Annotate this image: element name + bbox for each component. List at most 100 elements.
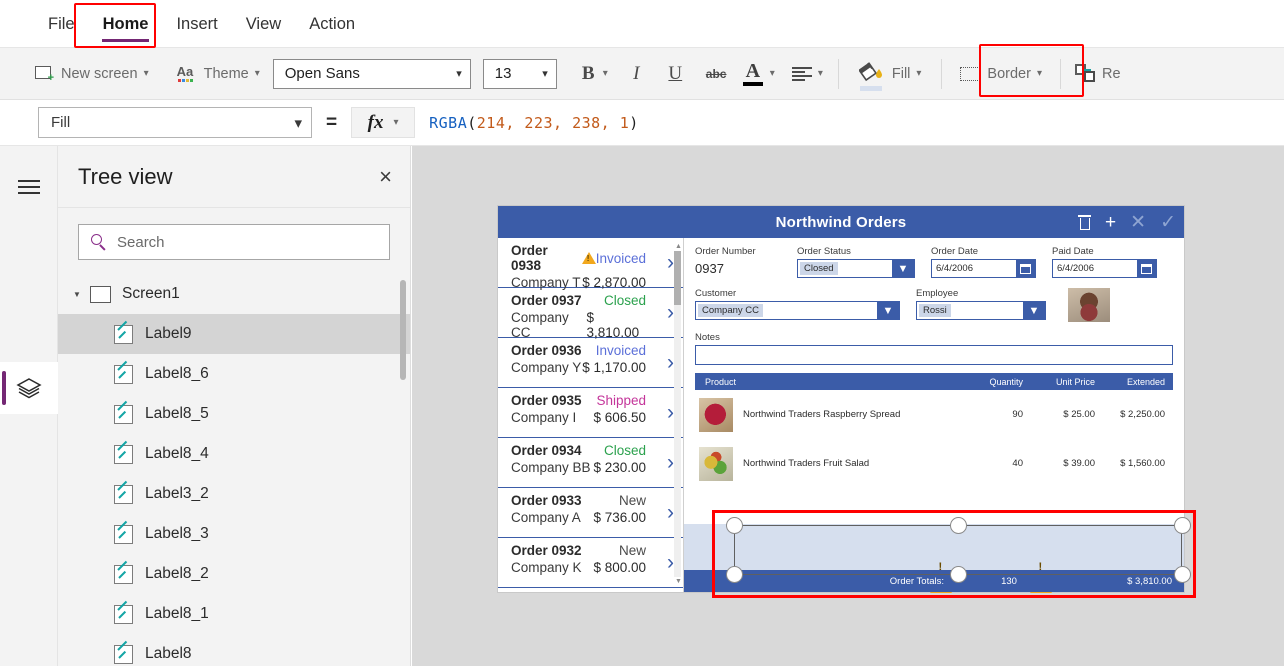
orders-gallery[interactable]: Order 0938 Invoiced Company T $ 2,870.00…: [498, 238, 684, 592]
tree-item-label8-2[interactable]: Label8_2: [58, 554, 410, 594]
gallery-row[interactable]: Order 0933 New Company A $ 736.00 ›: [498, 488, 683, 538]
tree-item-label8[interactable]: Label8: [58, 634, 410, 666]
order-status-dropdown[interactable]: Closed ▼: [797, 259, 915, 278]
calendar-icon[interactable]: [1016, 260, 1035, 277]
resize-handle-top-right[interactable]: [1174, 517, 1191, 534]
chevron-right-icon[interactable]: ›: [667, 452, 674, 473]
table-row[interactable]: Northwind Traders Fruit Salad 40 $ 39.00…: [695, 439, 1173, 488]
formula-input[interactable]: RGBA(214, 223, 238, 1): [415, 107, 1284, 138]
chevron-down-icon[interactable]: ▼: [1023, 302, 1045, 319]
order-id-label: Order 0935: [511, 393, 582, 408]
cancel-icon[interactable]: ✕: [1130, 213, 1146, 232]
chevron-right-icon[interactable]: ›: [667, 252, 674, 273]
chevron-down-icon: ▾: [393, 117, 399, 128]
resize-handle-top-left[interactable]: [726, 517, 743, 534]
employee-label: Employee: [916, 288, 959, 299]
reorder-button[interactable]: Re: [1067, 52, 1129, 96]
tree-scrollbar[interactable]: [400, 280, 406, 380]
form-row-notes: Notes: [695, 332, 1173, 365]
delete-icon[interactable]: [1078, 214, 1092, 230]
menu-item-home[interactable]: Home: [89, 1, 163, 47]
chevron-right-icon[interactable]: ›: [667, 502, 674, 523]
order-id: Order 0936: [511, 343, 582, 358]
close-icon[interactable]: ×: [379, 165, 392, 187]
tree-item-label8-4[interactable]: Label8_4: [58, 434, 410, 474]
new-screen-button[interactable]: + New screen ▾: [26, 52, 158, 96]
resize-handle-bottom-center[interactable]: [950, 566, 967, 583]
font-family-select[interactable]: Open Sans ▾: [272, 58, 471, 89]
add-icon[interactable]: +: [1105, 213, 1116, 232]
bold-button[interactable]: B ▾: [571, 52, 617, 96]
menu-item-insert[interactable]: Insert: [162, 1, 231, 47]
search-input[interactable]: Search: [78, 224, 390, 260]
font-size-select[interactable]: 13 ▾: [482, 58, 557, 89]
equals-sign: =: [326, 111, 338, 133]
app-canvas[interactable]: Northwind Orders + ✕ ✓ Order 0938 Invoic…: [412, 146, 1284, 666]
tree-item-label8-1[interactable]: Label8_1: [58, 594, 410, 634]
hamburger-menu-button[interactable]: [0, 164, 58, 210]
gallery-row[interactable]: Order 0938 Invoiced Company T $ 2,870.00…: [498, 238, 683, 290]
order-date-input[interactable]: 6/4/2006: [931, 259, 1036, 278]
menu-item-view[interactable]: View: [232, 1, 295, 47]
calendar-icon[interactable]: [1137, 260, 1156, 277]
tree-item-label9[interactable]: Label9: [58, 314, 410, 354]
menu-item-action[interactable]: Action: [295, 1, 369, 47]
font-color-button[interactable]: A ▾: [734, 52, 783, 96]
employee-dropdown[interactable]: Rossi ▼: [916, 301, 1046, 320]
strikethrough-icon: abc: [705, 66, 727, 81]
order-id-label: Order 0932: [511, 543, 582, 558]
chevron-down-icon[interactable]: ▼: [877, 302, 899, 319]
rail-tab-tree-view[interactable]: [0, 362, 58, 414]
underline-button[interactable]: U: [656, 52, 695, 96]
notes-input[interactable]: [695, 345, 1173, 365]
tree-item-label: Label8_5: [145, 405, 209, 422]
theme-button[interactable]: Aa Theme ▾: [168, 52, 269, 96]
order-totals-bar: Order Totals: 130 $ 3,810.00: [684, 570, 1184, 592]
order-amount: $ 800.00: [593, 560, 646, 575]
caret-expanded-icon[interactable]: ▼: [73, 290, 86, 299]
scrollbar-thumb[interactable]: [674, 251, 681, 305]
tree-item-screen1[interactable]: ▼ Screen1: [58, 274, 410, 314]
chevron-right-icon[interactable]: ›: [667, 302, 674, 323]
tree-item-label3-2[interactable]: Label3_2: [58, 474, 410, 514]
gallery-scrollbar[interactable]: ▲ ▼: [674, 243, 682, 585]
chevron-down-icon: ▾: [456, 68, 462, 80]
tree-item-screen1-label: Screen1: [122, 285, 180, 302]
border-button[interactable]: Border ▾: [948, 52, 1054, 96]
fill-button[interactable]: Fill ▾: [845, 52, 936, 96]
strikethrough-button[interactable]: abc: [695, 52, 734, 96]
gallery-row[interactable]: Order 0935 Shipped Company I $ 606.50 ›: [498, 388, 683, 438]
resize-handle-top-center[interactable]: [950, 517, 967, 534]
italic-button[interactable]: I: [617, 52, 656, 96]
border-label: Border: [987, 65, 1031, 82]
gallery-row[interactable]: Order 0937 Closed Company CC $ 3,810.00 …: [498, 288, 683, 340]
scroll-up-icon[interactable]: ▲: [675, 243, 682, 250]
chevron-down-icon: ▾: [542, 68, 548, 80]
resize-handle-bottom-right[interactable]: [1174, 566, 1191, 583]
menu-item-file[interactable]: File: [34, 1, 89, 47]
resize-handle-bottom-left[interactable]: [726, 566, 743, 583]
gallery-row[interactable]: Order 0934 Closed Company BB $ 230.00 ›: [498, 438, 683, 488]
text-align-button[interactable]: ▾: [783, 52, 832, 96]
gallery-row[interactable]: Order 0936 Invoiced Company Y $ 1,170.00…: [498, 338, 683, 388]
confirm-icon[interactable]: ✓: [1160, 213, 1176, 232]
customer-dropdown[interactable]: Company CC ▼: [695, 301, 900, 320]
chevron-down-icon[interactable]: ▼: [892, 260, 914, 277]
products-table-header: Product Quantity Unit Price Extended: [695, 373, 1173, 390]
table-row[interactable]: Northwind Traders Raspberry Spread 90 $ …: [695, 390, 1173, 439]
toolbar-divider: [837, 58, 839, 89]
tree-item-label8-3[interactable]: Label8_3: [58, 514, 410, 554]
paid-date-input[interactable]: 6/4/2006: [1052, 259, 1157, 278]
tree-item-label8-6[interactable]: Label8_6: [58, 354, 410, 394]
fill-color-swatch: [859, 85, 882, 91]
fx-button[interactable]: fx ▾: [351, 107, 416, 138]
chevron-right-icon[interactable]: ›: [667, 402, 674, 423]
scroll-down-icon[interactable]: ▼: [675, 578, 682, 585]
chevron-right-icon[interactable]: ›: [667, 552, 674, 573]
notes-label: Notes: [695, 332, 720, 343]
chevron-right-icon[interactable]: ›: [667, 352, 674, 373]
order-totals-control[interactable]: Order Totals: 130 $ 3,810.00: [684, 524, 1184, 593]
property-select[interactable]: Fill ▾: [38, 107, 312, 138]
gallery-row[interactable]: Order 0932 New Company K $ 800.00 ›: [498, 538, 683, 588]
tree-item-label8-5[interactable]: Label8_5: [58, 394, 410, 434]
